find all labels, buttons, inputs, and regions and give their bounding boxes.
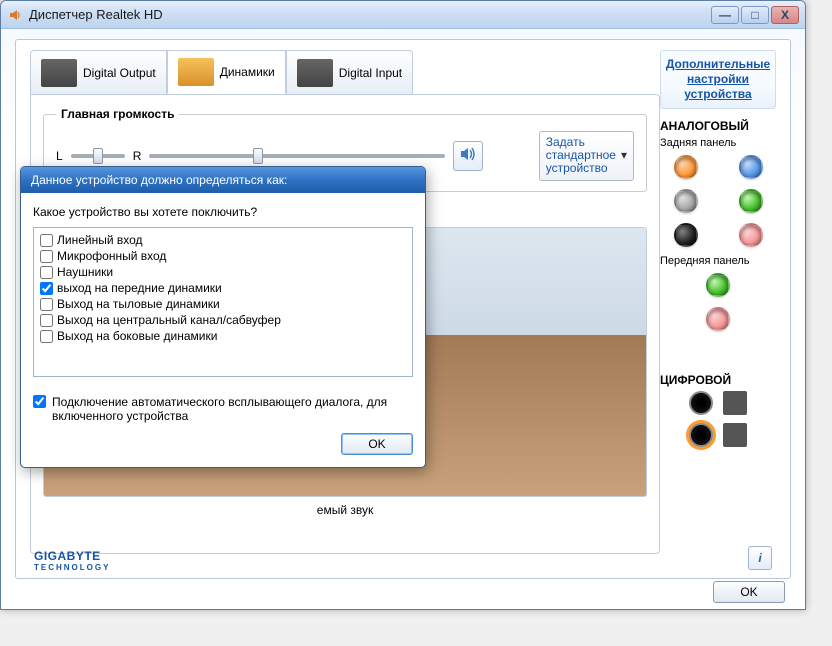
close-button[interactable]: X bbox=[771, 6, 799, 24]
auto-popup-option[interactable]: Подключение автоматического всплывающего… bbox=[33, 395, 413, 423]
checkbox[interactable] bbox=[40, 314, 53, 327]
device-option-list[interactable]: Линейный вход Микрофонный вход Наушники … bbox=[33, 227, 413, 377]
optical-plate-icon[interactable] bbox=[723, 391, 747, 415]
set-default-device-button[interactable]: Задать стандартное устройство ▾ bbox=[539, 131, 634, 181]
brand-logo: GIGABYTE TECHNOLOGY bbox=[34, 547, 110, 572]
option-front-speakers[interactable]: выход на передние динамики bbox=[40, 280, 406, 296]
dialog-title[interactable]: Данное устройство должно определяться ка… bbox=[21, 167, 425, 193]
volume-legend: Главная громкость bbox=[56, 107, 179, 121]
jack-mic-in[interactable] bbox=[739, 223, 763, 247]
auto-popup-checkbox[interactable] bbox=[33, 395, 46, 408]
main-footer: OK bbox=[713, 581, 785, 603]
optical-plate-icon[interactable] bbox=[723, 423, 747, 447]
option-mic-in[interactable]: Микрофонный вход bbox=[40, 248, 406, 264]
analog-heading: АНАЛОГОВЫЙ bbox=[660, 119, 776, 133]
maximize-button[interactable]: □ bbox=[741, 6, 769, 24]
main-ok-button[interactable]: OK bbox=[713, 581, 785, 603]
advanced-settings-link[interactable]: Дополнительные настройки устройства bbox=[660, 50, 776, 109]
speaker-icon bbox=[459, 145, 477, 166]
spdif-jack-icon[interactable] bbox=[689, 391, 713, 415]
device-tabs: Digital Output Динамики Digital Input bbox=[30, 50, 413, 94]
digital-heading: ЦИФРОВОЙ bbox=[660, 373, 776, 387]
tab-label: Digital Output bbox=[83, 66, 156, 80]
jack-side[interactable] bbox=[674, 189, 698, 213]
jack-rear-out[interactable] bbox=[674, 223, 698, 247]
jack-line-in[interactable] bbox=[739, 155, 763, 179]
option-headphones[interactable]: Наушники bbox=[40, 264, 406, 280]
tab-speakers[interactable]: Динамики bbox=[167, 50, 286, 94]
front-panel-label: Передняя панель bbox=[660, 255, 776, 267]
right-panel: Дополнительные настройки устройства АНАЛ… bbox=[660, 50, 776, 550]
rear-panel-label: Задняя панель bbox=[660, 137, 776, 149]
minimize-button[interactable]: — bbox=[711, 6, 739, 24]
checkbox[interactable] bbox=[40, 298, 53, 311]
checkbox[interactable] bbox=[40, 266, 53, 279]
scene-caption: емый звук bbox=[43, 503, 647, 517]
device-retask-dialog: Данное устройство должно определяться ка… bbox=[20, 166, 426, 468]
checkbox[interactable] bbox=[40, 330, 53, 343]
mute-button[interactable] bbox=[453, 141, 483, 171]
option-line-in[interactable]: Линейный вход bbox=[40, 232, 406, 248]
tab-label: Динамики bbox=[220, 65, 275, 79]
volume-slider[interactable] bbox=[149, 154, 444, 158]
window-title: Диспетчер Realtek HD bbox=[29, 7, 711, 22]
balance-r-label: R bbox=[133, 149, 142, 163]
balance-slider[interactable] bbox=[71, 154, 125, 158]
jack-center-sub[interactable] bbox=[674, 155, 698, 179]
spdif-jack-active-icon[interactable] bbox=[689, 423, 713, 447]
option-center-sub[interactable]: Выход на центральный канал/сабвуфер bbox=[40, 312, 406, 328]
device-icon bbox=[41, 59, 77, 87]
app-icon bbox=[7, 7, 23, 23]
dialog-body: Какое устройство вы хотете поключить? Ли… bbox=[21, 193, 425, 467]
chevron-down-icon: ▾ bbox=[621, 149, 627, 162]
option-rear-speakers[interactable]: Выход на тыловые динамики bbox=[40, 296, 406, 312]
window-controls: — □ X bbox=[711, 6, 799, 24]
info-button[interactable]: i bbox=[748, 546, 772, 570]
tab-digital-input[interactable]: Digital Input bbox=[286, 50, 413, 94]
jack-front-headphone[interactable] bbox=[706, 273, 730, 297]
checkbox[interactable] bbox=[40, 234, 53, 247]
checkbox[interactable] bbox=[40, 250, 53, 263]
balance-l-label: L bbox=[56, 149, 63, 163]
checkbox[interactable] bbox=[40, 282, 53, 295]
tab-digital-output[interactable]: Digital Output bbox=[30, 50, 167, 94]
option-side-speakers[interactable]: Выход на боковые динамики bbox=[40, 328, 406, 344]
dialog-question: Какое устройство вы хотете поключить? bbox=[33, 205, 413, 219]
digital-row-2 bbox=[660, 423, 776, 447]
front-jack-grid bbox=[660, 273, 776, 331]
jack-front-out[interactable] bbox=[739, 189, 763, 213]
digital-row-1 bbox=[660, 391, 776, 415]
jack-front-mic[interactable] bbox=[706, 307, 730, 331]
titlebar[interactable]: Диспетчер Realtek HD — □ X bbox=[1, 1, 805, 29]
speakers-icon bbox=[178, 58, 214, 86]
rear-jack-grid bbox=[660, 155, 776, 247]
dialog-footer: OK bbox=[33, 433, 413, 455]
device-icon bbox=[297, 59, 333, 87]
tab-label: Digital Input bbox=[339, 66, 402, 80]
dialog-ok-button[interactable]: OK bbox=[341, 433, 413, 455]
